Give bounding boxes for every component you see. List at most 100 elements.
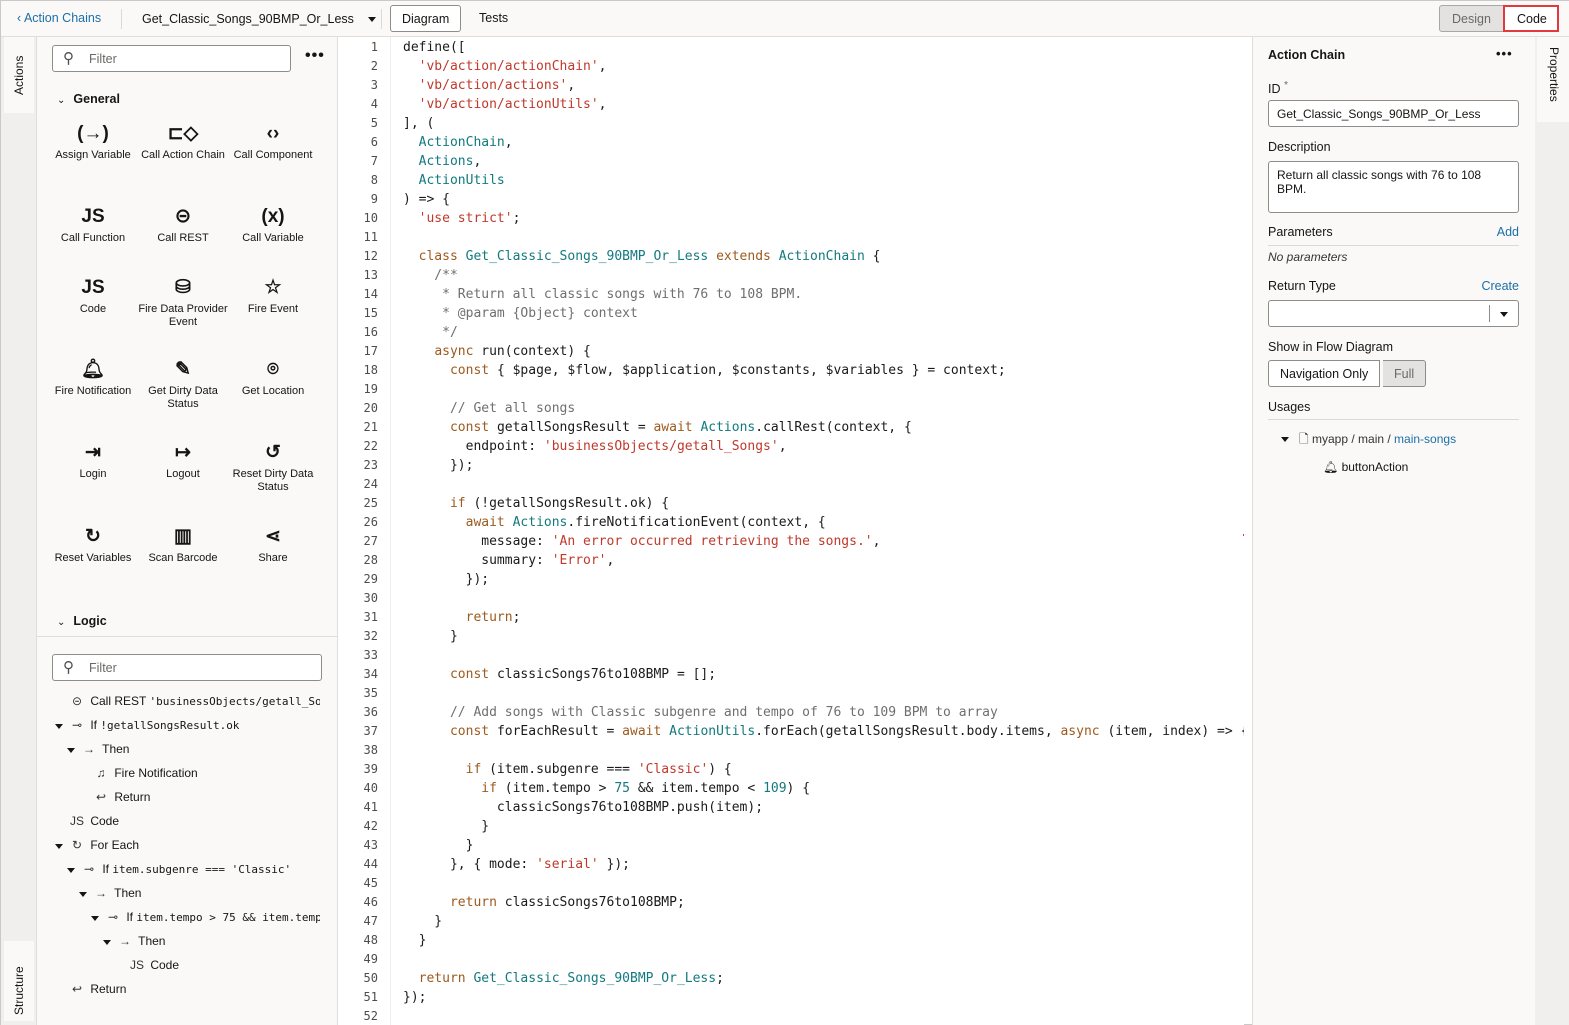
tree-node[interactable]: ↩ Return bbox=[79, 790, 320, 804]
tree-node[interactable]: ⊸ If item.tempo > 75 && item.tempo < 109 bbox=[91, 910, 320, 924]
palette-item-code[interactable]: JS Code bbox=[48, 277, 138, 316]
action-chain-selector[interactable]: Get_Classic_Songs_90BMP_Or_Less bbox=[142, 12, 376, 26]
code-view-button[interactable]: Code bbox=[1503, 5, 1559, 32]
tree-node[interactable]: → Then bbox=[79, 886, 320, 900]
palette-item-logout[interactable]: ↦ Logout bbox=[138, 442, 228, 481]
code-line: }); bbox=[403, 570, 489, 589]
tree-node[interactable]: → Then bbox=[103, 934, 320, 948]
tree-node[interactable]: ⊸ If !getallSongsResult.ok bbox=[55, 718, 320, 732]
code-token: && item.tempo < bbox=[630, 781, 764, 796]
tree-node[interactable]: ↩ Return bbox=[55, 982, 320, 996]
palette-item-call-variable[interactable]: (x) Call Variable bbox=[228, 206, 318, 245]
add-parameter-link[interactable]: Add bbox=[1497, 225, 1519, 239]
palette-item-share[interactable]: ⋖ Share bbox=[228, 526, 318, 565]
code-token: await bbox=[622, 724, 670, 739]
more-options-button[interactable]: ••• bbox=[1496, 46, 1513, 61]
usage-path[interactable]: myapp / main / main-songs bbox=[1312, 432, 1456, 446]
palette-item-assign-variable[interactable]: (→) Assign Variable bbox=[48, 123, 138, 162]
back-to-action-chains-link[interactable]: ‹ Action Chains bbox=[17, 11, 101, 25]
full-toggle[interactable]: Full bbox=[1383, 360, 1427, 387]
palette-item-fire-data-provider-event[interactable]: ⛁ Fire Data Provider Event bbox=[138, 277, 228, 329]
caret-down-icon bbox=[67, 746, 79, 755]
code-token: classicSongs76to108BMP.push(item); bbox=[403, 800, 764, 815]
design-view-button[interactable]: Design bbox=[1439, 5, 1504, 32]
palette-item-call-action-chain[interactable]: ⊏◇ Call Action Chain bbox=[138, 123, 228, 162]
navigation-only-toggle[interactable]: Navigation Only bbox=[1268, 360, 1381, 387]
code-line: }); bbox=[403, 456, 474, 475]
line-number: 52 bbox=[363, 1009, 378, 1023]
description-textarea[interactable]: Return all classic songs with 76 to 108 … bbox=[1268, 161, 1519, 213]
tree-node[interactable]: JS Code bbox=[115, 958, 320, 972]
actions-side-tab[interactable]: Actions bbox=[4, 37, 34, 113]
code-token: summary: bbox=[403, 553, 552, 568]
code-token: , bbox=[872, 534, 881, 549]
tree-node-icon: ⊸ bbox=[71, 718, 83, 732]
tree-node[interactable]: ⊝ Call REST 'businessObjects/getall_Song… bbox=[55, 694, 320, 708]
line-number: 35 bbox=[363, 686, 378, 700]
id-input[interactable]: Get_Classic_Songs_90BMP_Or_Less bbox=[1268, 100, 1519, 127]
palette-item-get-location[interactable]: ⌾ Get Location bbox=[228, 359, 318, 398]
usage-page-item[interactable]: 🗋 myapp / main / main-songs bbox=[1281, 430, 1456, 451]
back-label: Action Chains bbox=[23, 11, 102, 25]
line-number: 10 bbox=[363, 211, 378, 225]
tree-node-label: Then bbox=[114, 886, 142, 900]
palette-item-call-component[interactable]: ‹› Call Component bbox=[228, 123, 318, 162]
usage-path-prefix: myapp / main / bbox=[1312, 432, 1395, 446]
palette-item-get-dirty-data-status[interactable]: ✎ Get Dirty Data Status bbox=[138, 359, 228, 411]
line-number: 25 bbox=[363, 496, 378, 510]
code-line: const { $page, $flow, $application, $con… bbox=[403, 361, 1006, 380]
palette-item-call-function[interactable]: JS Call Function bbox=[48, 206, 138, 245]
code-token: Actions bbox=[418, 154, 474, 169]
tree-node[interactable]: ♫ Fire Notification bbox=[79, 766, 320, 780]
tab-tests[interactable]: Tests bbox=[468, 5, 519, 32]
tree-node-label: Code bbox=[90, 814, 120, 828]
palette-item-fire-event[interactable]: ☆ Fire Event bbox=[228, 277, 318, 316]
return-type-select[interactable] bbox=[1268, 300, 1519, 327]
palette-item-reset-dirty-data-status[interactable]: ↺ Reset Dirty Data Status bbox=[228, 442, 318, 494]
tree-node[interactable]: ↻ For Each bbox=[55, 838, 320, 852]
tree-node-expression: !getallSongsResult.ok bbox=[100, 719, 240, 732]
tree-node[interactable]: JS Code bbox=[55, 814, 320, 828]
section-general[interactable]: ⌄ General bbox=[57, 92, 120, 106]
structure-filter-input[interactable]: ⚲ Filter bbox=[52, 654, 322, 681]
palette-item-label: Reset Variables bbox=[54, 552, 132, 564]
tab-diagram[interactable]: Diagram bbox=[390, 5, 462, 32]
code-line: await Actions.fireNotificationEvent(cont… bbox=[403, 513, 826, 532]
code-line: * Return all classic songs with 76 to 10… bbox=[403, 285, 802, 304]
search-icon: ⚲ bbox=[63, 50, 74, 67]
palette-item-reset-variables[interactable]: ↻ Reset Variables bbox=[48, 526, 138, 565]
tree-node[interactable]: ⊸ If item.subgenre === 'Classic' bbox=[67, 862, 320, 876]
select-divider bbox=[1489, 305, 1490, 322]
structure-side-tab[interactable]: Structure bbox=[4, 941, 34, 1021]
actions-filter-input[interactable]: ⚲ Filter bbox=[52, 45, 291, 72]
code-token: (item, index) => { bbox=[1107, 724, 1244, 739]
palette-item-label: Call Variable bbox=[242, 232, 304, 244]
code-token: */ bbox=[403, 325, 458, 340]
properties-side-tab[interactable]: Properties bbox=[1537, 37, 1569, 122]
palette-item-label: Code bbox=[79, 303, 107, 315]
create-return-type-link[interactable]: Create bbox=[1481, 279, 1519, 293]
code-token: } bbox=[403, 914, 443, 929]
palette-item-login[interactable]: ⇥ Login bbox=[48, 442, 138, 481]
line-number: 4 bbox=[370, 97, 378, 111]
palette-item-scan-barcode[interactable]: ▥ Scan Barcode bbox=[138, 526, 228, 565]
left-tab-strip bbox=[1, 37, 37, 1025]
code-line: } bbox=[403, 836, 474, 855]
section-logic[interactable]: ⌄ Logic bbox=[57, 614, 107, 628]
palette-item-call-rest[interactable]: ⊝ Call REST bbox=[138, 206, 228, 245]
code-editor[interactable]: 1 define([2 'vb/action/actionChain', 3 'vb… bbox=[338, 37, 1244, 1025]
code-token: endpoint: bbox=[403, 439, 544, 454]
palette-item-fire-notification[interactable]: 🔔︎ Fire Notification bbox=[48, 359, 138, 398]
usage-event-item[interactable]: 🔔︎ buttonAction bbox=[1323, 460, 1408, 474]
tree-node-label: For Each bbox=[90, 838, 140, 852]
code-line: // Add songs with Classic subgenre and t… bbox=[403, 703, 998, 722]
code-token: , bbox=[504, 135, 513, 150]
tree-node[interactable]: → Then bbox=[67, 742, 320, 756]
fire-notification-icon: 🔔︎ bbox=[80, 359, 106, 380]
more-options-button[interactable]: ••• bbox=[305, 47, 325, 65]
code-line: return; bbox=[403, 608, 521, 627]
usage-page-link: main-songs bbox=[1394, 432, 1457, 446]
